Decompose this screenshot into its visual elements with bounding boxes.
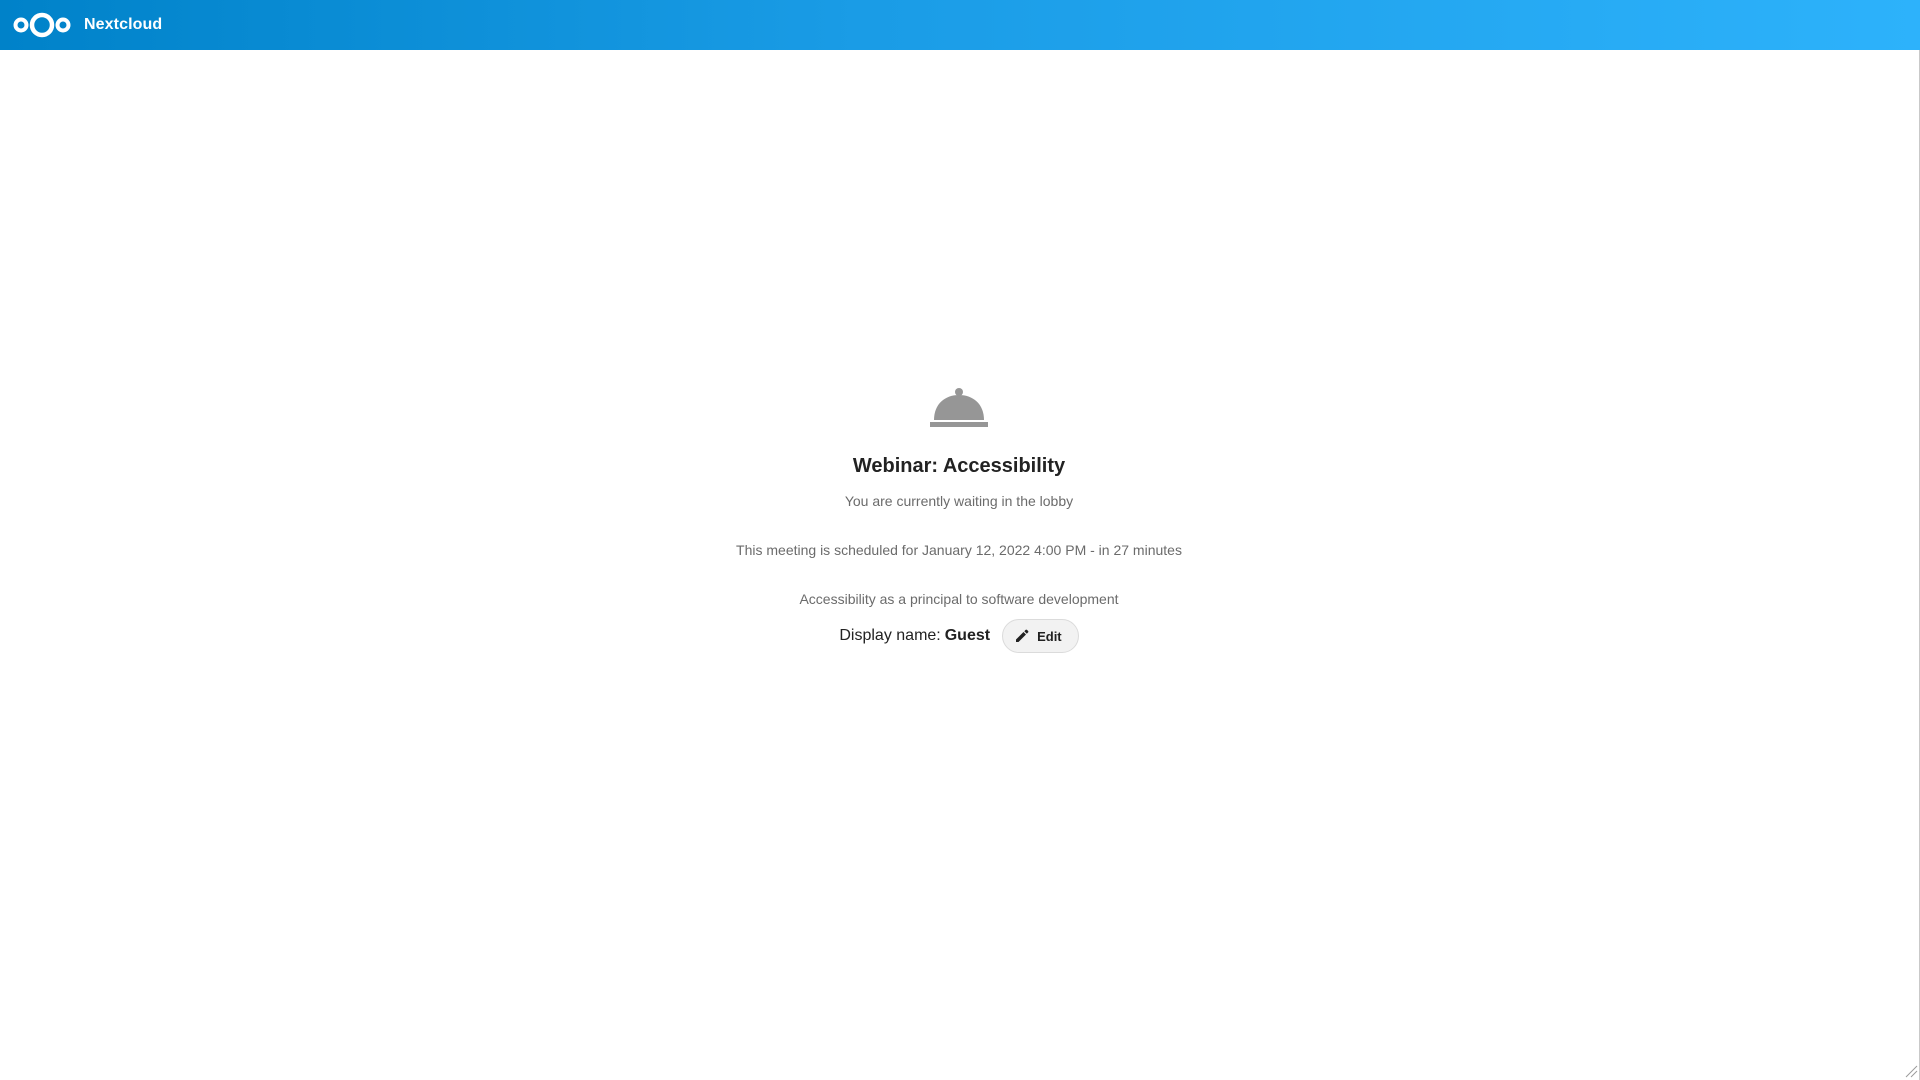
- lobby-status-text: You are currently waiting in the lobby: [844, 493, 1074, 509]
- display-name-value: Guest: [944, 627, 991, 644]
- lobby-content: Webinar: Accessibility You are currently…: [0, 384, 1918, 654]
- lobby-bell-icon: [930, 388, 988, 427]
- conversation-title: Webinar: Accessibility: [852, 455, 1066, 477]
- pencil-icon: [1016, 629, 1029, 642]
- talk-lobby-page: Nextcloud Webinar: Accessibility You are…: [0, 0, 1920, 1080]
- display-name-row: Display name: Guest Edit: [839, 618, 1079, 654]
- edit-display-name-button[interactable]: Edit: [1002, 619, 1079, 653]
- conversation-description: Accessibility as a principal to software…: [799, 591, 1119, 607]
- header-bar: Nextcloud: [0, 0, 1920, 50]
- brand-name: Nextcloud: [84, 16, 163, 33]
- edit-button-label: Edit: [1037, 628, 1062, 644]
- meeting-schedule-text: This meeting is scheduled for January 12…: [736, 542, 1182, 558]
- display-name-label: Display name:: [839, 627, 941, 644]
- resize-grip-icon[interactable]: [1904, 1064, 1918, 1078]
- nextcloud-logo-icon[interactable]: [12, 0, 72, 50]
